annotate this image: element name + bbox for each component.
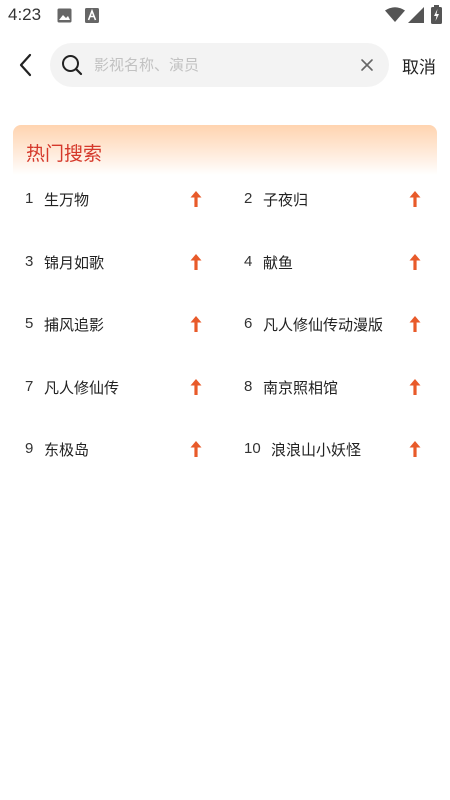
rank-number: 5	[25, 315, 34, 332]
hot-search-item[interactable]: 5 捕风追影	[25, 305, 220, 345]
title-name: 献鱼	[263, 253, 294, 272]
title-name: 生万物	[44, 191, 90, 209]
signal-icon	[408, 7, 424, 23]
trending-up-icon	[190, 253, 202, 270]
rank-number: 7	[25, 377, 34, 395]
hot-search-item[interactable]: 6 凡人修仙传动漫版	[244, 305, 439, 345]
search-input[interactable]	[94, 43, 344, 87]
image-icon	[57, 8, 72, 23]
rank-number: 4	[244, 252, 253, 270]
title-name: 南京照相馆	[263, 378, 339, 397]
trending-up-icon	[409, 441, 421, 457]
title-name: 子夜归	[263, 191, 309, 209]
hot-search-title: 热门搜索	[26, 143, 103, 165]
chevron-left-icon	[19, 53, 32, 77]
rank-number: 3	[25, 252, 34, 270]
font-a-icon	[85, 8, 99, 23]
trending-up-icon	[190, 441, 202, 457]
status-bar: 4:23	[0, 0, 450, 32]
rank-number: 2	[244, 190, 253, 207]
rank-number: 6	[244, 315, 253, 332]
hot-search-item[interactable]: 8 南京照相馆	[244, 368, 439, 408]
hot-search-item[interactable]: 4 献鱼	[244, 243, 439, 283]
title-name: 浪浪山小妖怪	[271, 441, 362, 459]
wifi-icon	[385, 7, 405, 22]
back-button[interactable]	[14, 52, 38, 78]
title-name: 东极岛	[44, 441, 90, 459]
search-icon	[62, 55, 83, 76]
rank-number: 9	[25, 440, 34, 457]
hot-search-item[interactable]: 3 锦月如歌	[25, 243, 220, 283]
trending-up-icon	[409, 316, 421, 332]
title-name: 凡人修仙传动漫版	[263, 316, 384, 334]
trending-up-icon	[409, 191, 421, 207]
title-name: 捕风追影	[44, 316, 105, 334]
hot-search-item[interactable]: 9 东极岛	[25, 430, 220, 470]
search-box[interactable]	[50, 43, 389, 87]
trending-up-icon	[409, 378, 421, 395]
trending-up-icon	[190, 378, 202, 395]
trending-up-icon	[409, 253, 421, 270]
rank-number: 8	[244, 377, 253, 395]
rank-number: 1	[25, 190, 34, 207]
hot-search-item[interactable]: 1 生万物	[25, 180, 220, 220]
hot-search-header: 热门搜索	[13, 125, 437, 175]
trending-up-icon	[190, 316, 202, 332]
status-time: 4:23	[8, 5, 42, 24]
hot-search-item[interactable]: 2 子夜归	[244, 180, 439, 220]
hot-search-item[interactable]: 10 浪浪山小妖怪	[244, 430, 439, 470]
trending-up-icon	[190, 191, 202, 207]
title-name: 锦月如歌	[44, 253, 105, 272]
battery-charging-icon	[431, 5, 442, 24]
clear-icon[interactable]	[360, 58, 374, 72]
cancel-button[interactable]: 取消	[402, 53, 436, 78]
rank-number: 10	[244, 440, 261, 457]
hot-search-item[interactable]: 7 凡人修仙传	[25, 368, 220, 408]
title-name: 凡人修仙传	[44, 378, 120, 397]
